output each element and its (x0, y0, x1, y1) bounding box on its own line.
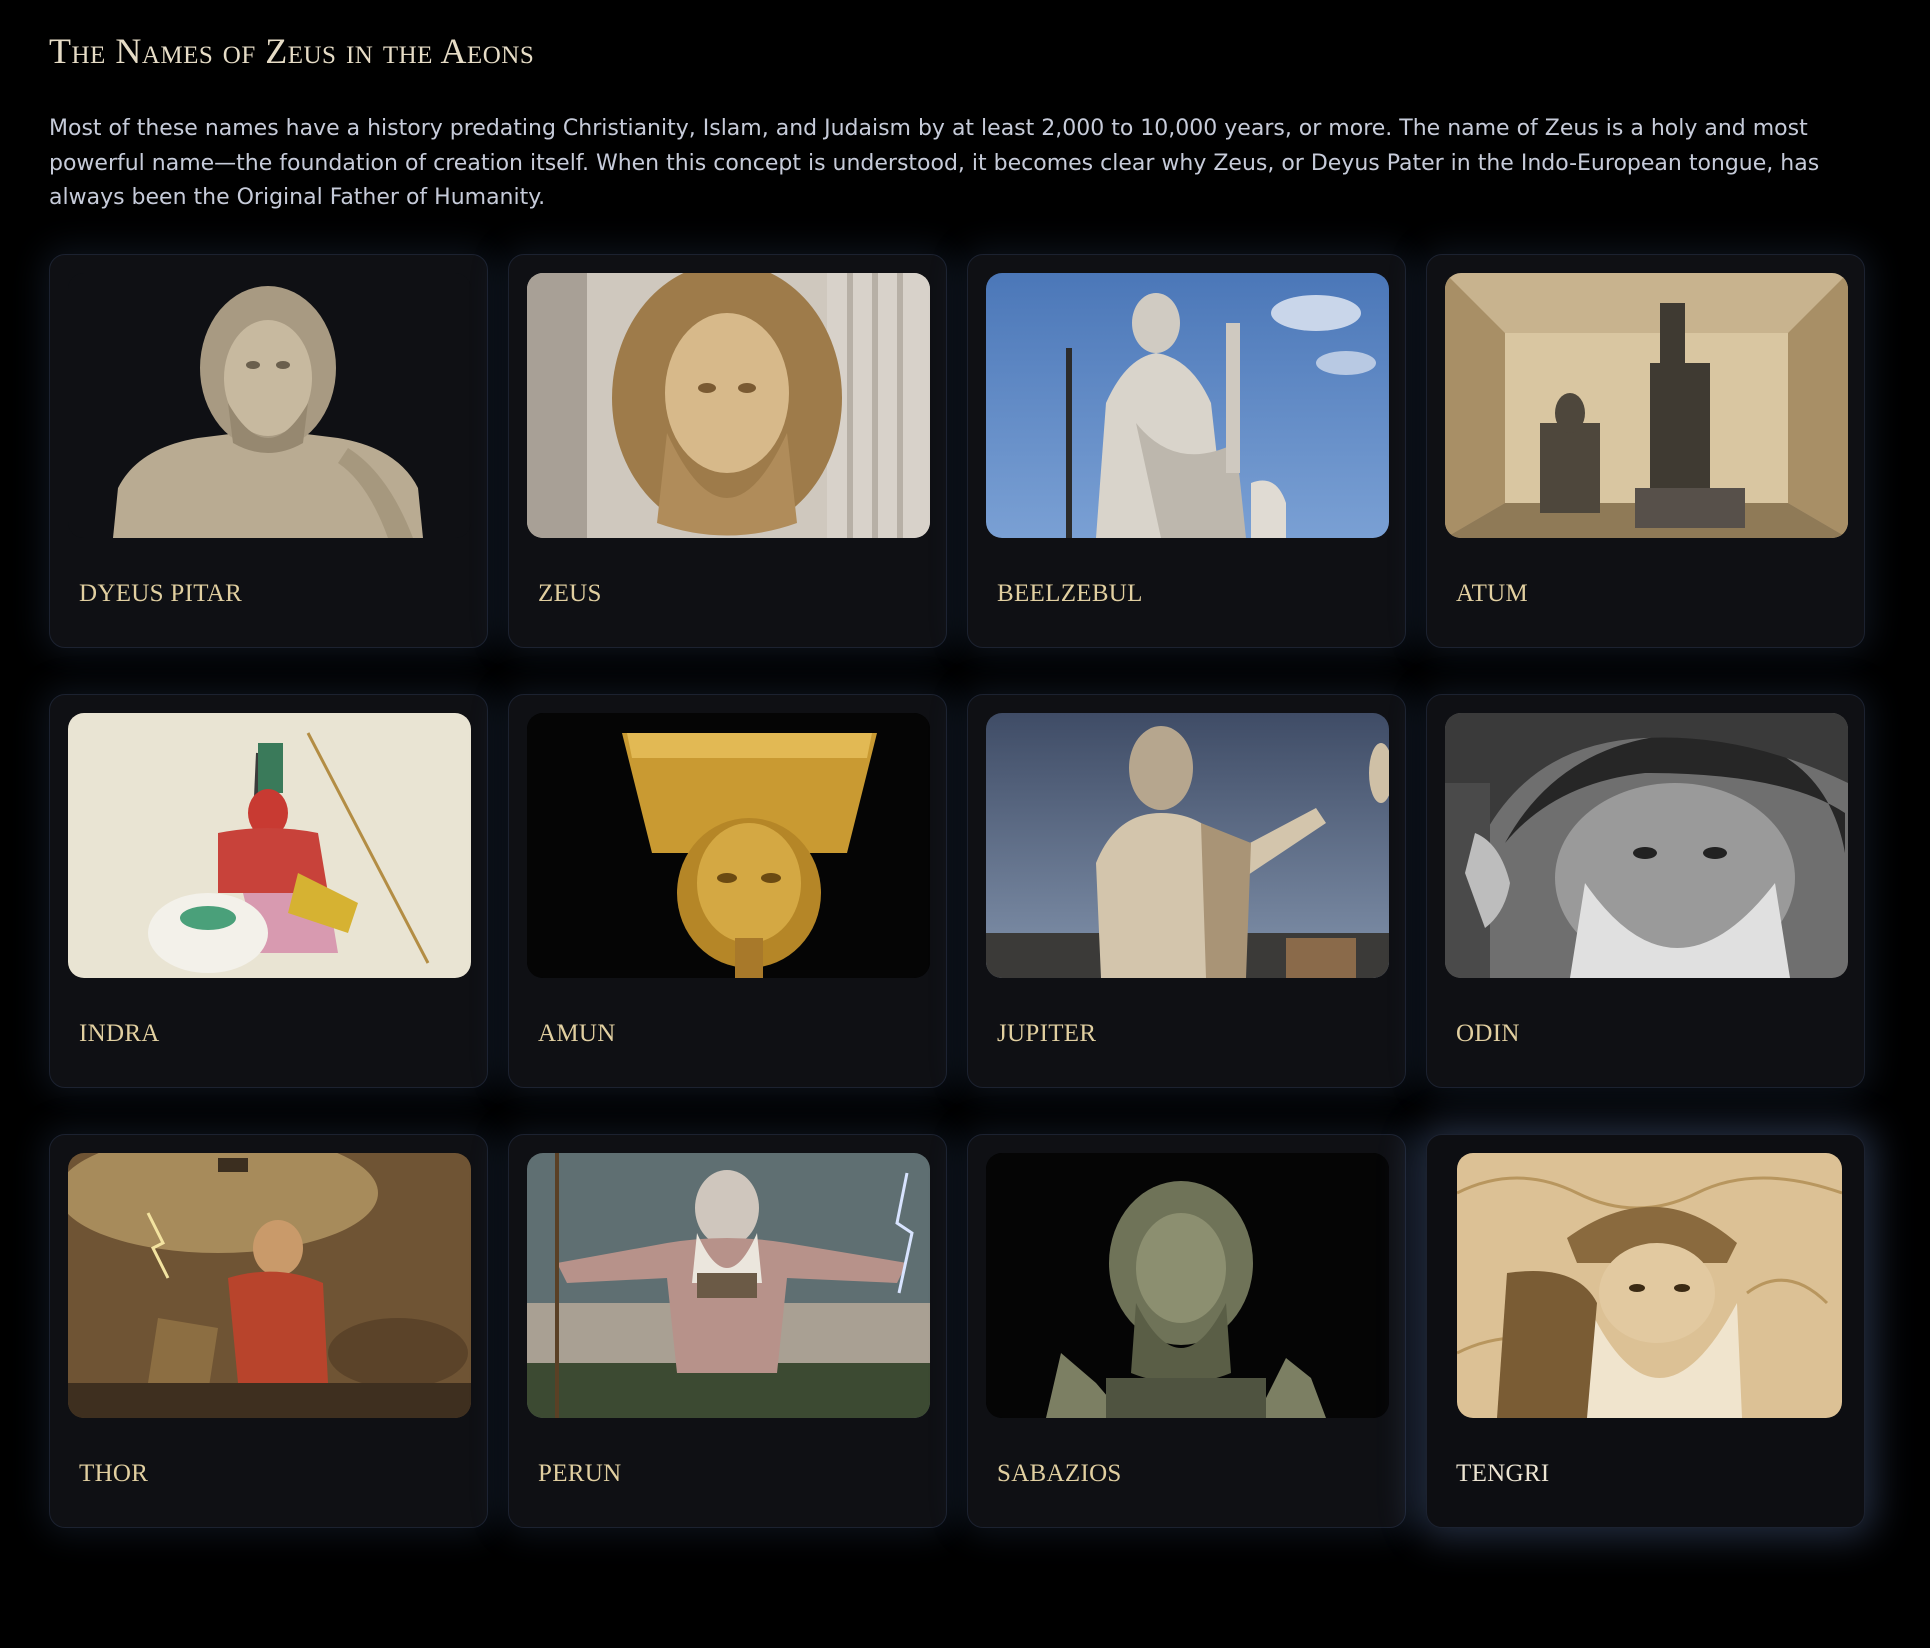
intro-paragraph: Most of these names have a history preda… (49, 116, 1820, 210)
deity-card-thor[interactable]: THOR (49, 1134, 488, 1528)
deity-card-dyeus-pitar[interactable]: DYEUS PITAR (49, 254, 488, 648)
deity-image-atum (1445, 273, 1848, 538)
deity-image-sabazios (986, 1153, 1389, 1418)
deity-name: ODIN (1456, 1020, 1520, 1047)
deity-image-zeus (527, 273, 930, 538)
deity-name: AMUN (538, 1020, 616, 1047)
deity-image-tengri (1457, 1153, 1842, 1418)
deity-card-zeus[interactable]: ZEUS (508, 254, 947, 648)
deity-name: INDRA (79, 1020, 160, 1047)
deity-card-sabazios[interactable]: SABAZIOS (967, 1134, 1406, 1528)
deity-name: ZEUS (538, 580, 602, 607)
deity-name: BEELZEBUL (997, 580, 1143, 607)
deity-image-perun (527, 1153, 930, 1418)
deity-name: DYEUS PITAR (79, 580, 243, 607)
deity-image-thor (68, 1153, 471, 1418)
deity-name: SABAZIOS (997, 1460, 1122, 1487)
deity-card-odin[interactable]: ODIN (1426, 694, 1865, 1088)
deity-card-beelzebul[interactable]: BEELZEBUL (967, 254, 1406, 648)
deity-image-dyeus-pitar (68, 273, 471, 538)
deity-name: THOR (79, 1460, 149, 1487)
deity-image-amun (527, 713, 930, 978)
deity-card-atum[interactable]: ATUM (1426, 254, 1865, 648)
deity-image-beelzebul (986, 273, 1389, 538)
page-title: The Names of Zeus in the Aeons (49, 31, 535, 71)
deity-grid: DYEUS PITAR ZEUS BEELZEBUL ATUM INDRA AM… (49, 254, 1865, 1528)
deity-card-jupiter[interactable]: JUPITER (967, 694, 1406, 1088)
deity-card-tengri[interactable]: TENGRI (1426, 1134, 1865, 1528)
deity-name: JUPITER (997, 1020, 1097, 1047)
deity-name: TENGRI (1456, 1460, 1550, 1487)
deity-name: PERUN (538, 1460, 622, 1487)
deity-image-odin (1445, 713, 1848, 978)
deity-image-indra (68, 713, 471, 978)
deity-card-amun[interactable]: AMUN (508, 694, 947, 1088)
deity-name: ATUM (1456, 580, 1529, 607)
deity-image-jupiter (986, 713, 1389, 978)
deity-card-perun[interactable]: PERUN (508, 1134, 947, 1528)
deity-card-indra[interactable]: INDRA (49, 694, 488, 1088)
